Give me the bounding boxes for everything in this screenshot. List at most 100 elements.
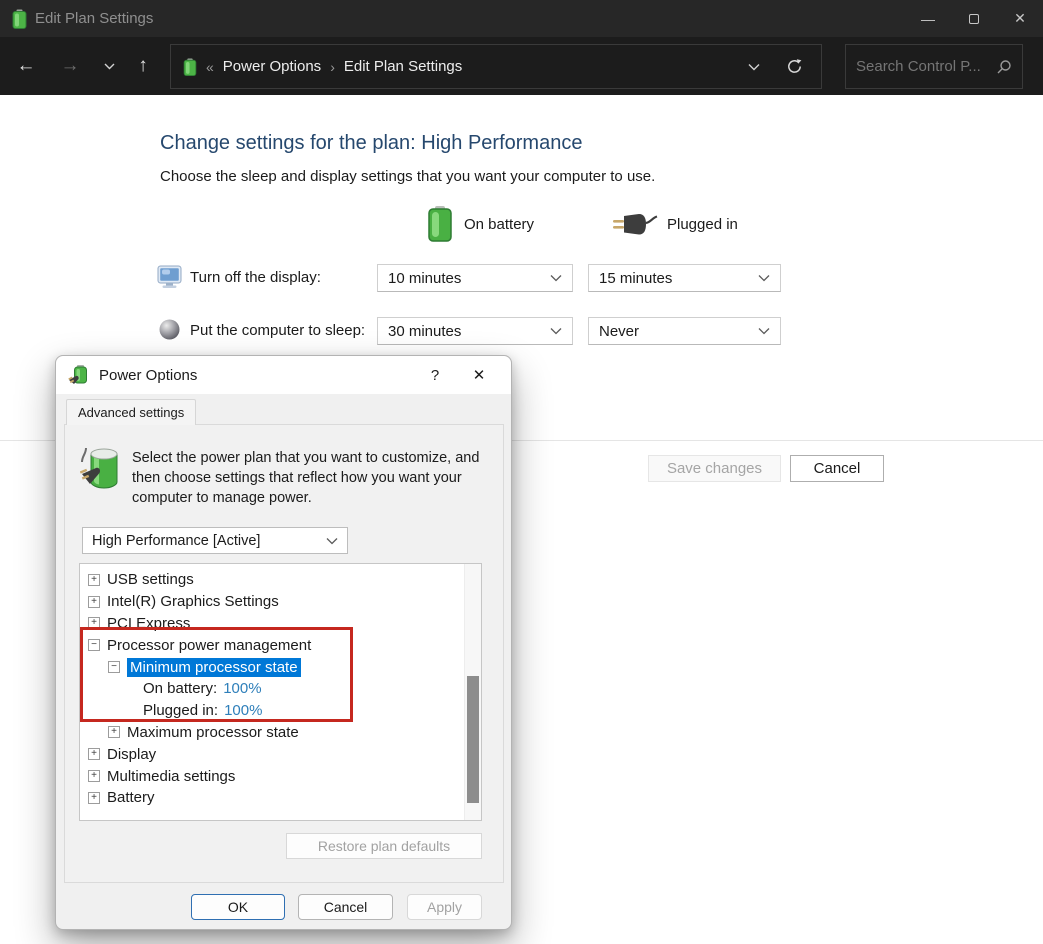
dialog-help-button[interactable]: ? xyxy=(417,356,453,394)
breadcrumb-edit-plan-settings[interactable]: Edit Plan Settings xyxy=(344,58,462,75)
back-button[interactable]: ← xyxy=(8,37,44,95)
display-plugged-in-select[interactable]: 15 minutes xyxy=(588,264,781,292)
expand-icon[interactable]: + xyxy=(88,770,100,782)
select-value: High Performance [Active] xyxy=(92,533,260,549)
expand-icon[interactable]: + xyxy=(88,617,100,629)
search-input[interactable] xyxy=(856,58,996,75)
tree-item-label: Display xyxy=(107,746,156,763)
chevron-down-icon xyxy=(550,274,562,282)
chevron-down-icon xyxy=(748,63,760,71)
battery-location-icon xyxy=(183,58,197,76)
power-plan-icon xyxy=(80,444,126,494)
breadcrumb-power-options[interactable]: Power Options xyxy=(223,58,321,75)
help-icon: ? xyxy=(431,367,439,384)
tree-item-label-selected: Minimum processor state xyxy=(127,658,301,677)
ok-button[interactable]: OK xyxy=(191,894,285,920)
search-icon xyxy=(996,59,1012,75)
close-button[interactable]: ✕ xyxy=(997,0,1043,37)
tree-scrollbar[interactable] xyxy=(464,564,481,820)
sleep-icon xyxy=(158,318,181,341)
address-bar[interactable]: « Power Options › Edit Plan Settings xyxy=(170,44,822,89)
tree-item-usb-settings[interactable]: +USB settings xyxy=(80,569,481,591)
window-titlebar: Edit Plan Settings — ✕ xyxy=(0,0,1043,37)
dialog-description: Select the power plan that you want to c… xyxy=(132,448,484,508)
edit-plan-settings-window: Edit Plan Settings — ✕ ← → ↑ « Power Opt… xyxy=(0,0,1043,944)
tab-advanced-settings[interactable]: Advanced settings xyxy=(66,399,196,425)
tree-item-intel-graphics[interactable]: + Intel(R) Graphics Settings xyxy=(80,591,481,613)
scrollbar-thumb[interactable] xyxy=(467,676,479,803)
battery-app-icon xyxy=(12,9,27,29)
tree-value-row-on-battery[interactable]: On battery: 100% xyxy=(80,678,481,700)
select-value: Never xyxy=(599,323,639,340)
tree-item-processor-power-management[interactable]: −Processor power management xyxy=(80,634,481,656)
dialog-titlebar: Power Options ? ✕ xyxy=(56,356,511,394)
expand-icon[interactable]: + xyxy=(88,574,100,586)
sleep-label: Put the computer to sleep: xyxy=(190,322,365,339)
search-box[interactable] xyxy=(845,44,1023,89)
collapse-icon[interactable]: − xyxy=(88,639,100,651)
expand-icon[interactable]: + xyxy=(88,748,100,760)
tree-item-maximum-processor-state[interactable]: + Maximum processor state xyxy=(80,722,481,744)
cancel-button-main[interactable]: Cancel xyxy=(790,455,884,482)
plugged-in-icon xyxy=(612,211,658,238)
tree-value-row-plugged-in[interactable]: Plugged in: 100% xyxy=(80,700,481,722)
tree-item-minimum-processor-state[interactable]: −Minimum processor state xyxy=(80,656,481,678)
on-battery-column-header: On battery xyxy=(464,216,534,233)
tree-item-label: Maximum processor state xyxy=(127,724,299,741)
tree-item-display[interactable]: + Display xyxy=(80,743,481,765)
select-value: 15 minutes xyxy=(599,270,672,287)
select-value: 10 minutes xyxy=(388,270,461,287)
plugged-in-column-header: Plugged in xyxy=(667,216,738,233)
dialog-close-button[interactable]: ✕ xyxy=(461,356,497,394)
expand-icon[interactable]: + xyxy=(88,792,100,804)
restore-plan-defaults-button[interactable]: Restore plan defaults xyxy=(286,833,482,859)
tree-value-label: Plugged in: xyxy=(143,702,218,719)
power-plan-select[interactable]: High Performance [Active] xyxy=(82,527,348,554)
tree-value-link[interactable]: 100% xyxy=(223,680,261,697)
turn-off-display-label: Turn off the display: xyxy=(190,269,321,286)
tree-item-pci-express[interactable]: + PCI Express xyxy=(80,613,481,635)
window-title: Edit Plan Settings xyxy=(35,10,153,27)
chevron-down-icon xyxy=(550,327,562,335)
apply-button[interactable]: Apply xyxy=(407,894,482,920)
expand-icon[interactable]: + xyxy=(88,596,100,608)
chevron-down-icon xyxy=(758,327,770,335)
chevron-down-icon xyxy=(326,537,338,545)
chevron-down-icon xyxy=(758,274,770,282)
page-title: Change settings for the plan: High Perfo… xyxy=(160,132,582,155)
refresh-icon xyxy=(786,58,803,75)
tree-item-label: PCI Express xyxy=(107,615,190,632)
chevron-down-icon xyxy=(104,63,115,70)
power-options-dialog: Power Options ? ✕ Advanced settings Sele… xyxy=(55,355,512,930)
close-icon: ✕ xyxy=(473,366,486,384)
on-battery-icon xyxy=(427,205,453,242)
tree-item-label: Intel(R) Graphics Settings xyxy=(107,593,279,610)
expand-icon[interactable]: + xyxy=(108,726,120,738)
tree-value-link[interactable]: 100% xyxy=(224,702,262,719)
breadcrumb-separator: › xyxy=(330,59,335,75)
sleep-on-battery-select[interactable]: 30 minutes xyxy=(377,317,573,345)
power-options-dialog-icon xyxy=(68,364,90,386)
forward-button[interactable]: → xyxy=(52,37,88,95)
refresh-button[interactable] xyxy=(786,58,803,75)
close-icon: ✕ xyxy=(1014,10,1026,27)
forward-icon: → xyxy=(61,55,80,77)
back-icon: ← xyxy=(17,55,36,77)
display-on-battery-select[interactable]: 10 minutes xyxy=(377,264,573,292)
address-dropdown-button[interactable] xyxy=(748,63,760,71)
tree-item-label: Battery xyxy=(107,789,155,806)
minimize-button[interactable]: — xyxy=(905,0,951,37)
up-button[interactable]: ↑ xyxy=(125,37,161,95)
tree-item-battery[interactable]: + Battery xyxy=(80,787,481,809)
maximize-button[interactable] xyxy=(951,0,997,37)
maximize-icon xyxy=(969,14,979,24)
tree-value-label: On battery: xyxy=(143,680,217,697)
breadcrumb-root-chevron[interactable]: « xyxy=(206,59,214,75)
collapse-icon[interactable]: − xyxy=(108,661,120,673)
save-changes-button[interactable]: Save changes xyxy=(648,455,781,482)
cancel-button-dialog[interactable]: Cancel xyxy=(298,894,393,920)
minimize-icon: — xyxy=(921,11,935,27)
sleep-plugged-in-select[interactable]: Never xyxy=(588,317,781,345)
recent-pages-button[interactable] xyxy=(91,37,127,95)
tree-item-multimedia-settings[interactable]: +Multimedia settings xyxy=(80,765,481,787)
